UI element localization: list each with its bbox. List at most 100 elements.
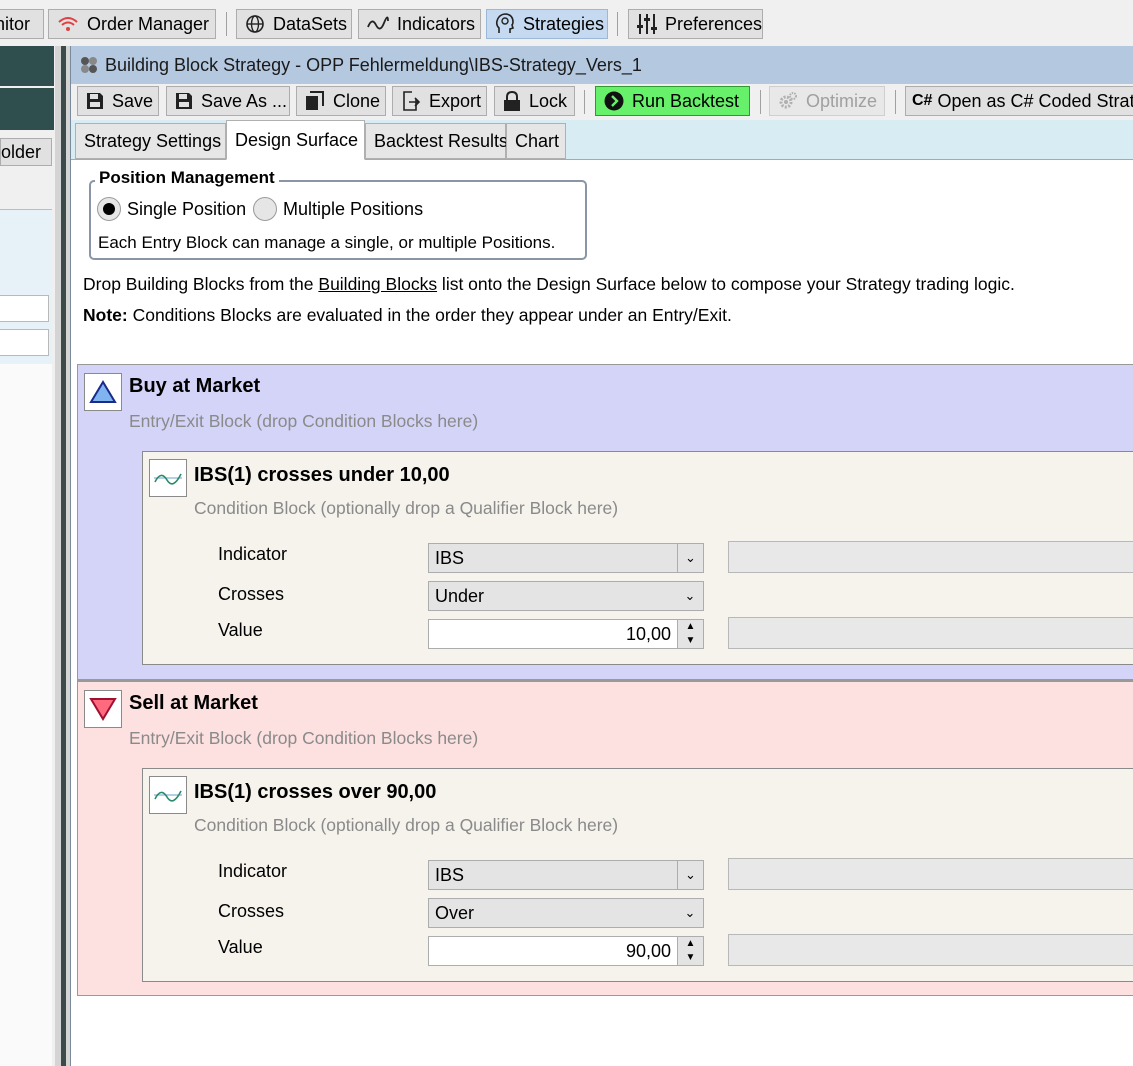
position-management-description: Each Entry Block can manage a single, or… <box>98 233 556 252</box>
optimize-label: Optimize <box>806 90 878 111</box>
crosses-combo[interactable]: Over ⌄ <box>428 898 704 928</box>
block-title: Sell at Market <box>129 692 258 714</box>
position-management-title: Position Management <box>95 168 279 188</box>
chevron-down-icon: ⌄ <box>677 861 703 889</box>
radio-circle <box>253 197 277 221</box>
strategy-window: Building Block Strategy - OPP Fehlermeld… <box>70 46 1133 1066</box>
indicator-combo[interactable]: IBS ⌄ <box>428 860 704 890</box>
left-panel-header-2 <box>0 88 54 130</box>
wave-icon <box>367 13 389 35</box>
indicator-label: Indicator <box>218 861 288 881</box>
single-position-label: Single Position <box>127 198 247 219</box>
multiple-positions-radio[interactable]: Multiple Positions <box>253 197 423 221</box>
lock-label: Lock <box>529 90 568 111</box>
toolbar-separator <box>760 90 761 114</box>
left-panel-input-2[interactable] <box>0 329 49 356</box>
tab-label: Backtest Results <box>374 130 509 151</box>
indicator-value: IBS <box>435 864 465 885</box>
datasets-button[interactable]: DataSets <box>236 9 352 39</box>
buy-entry-block[interactable]: Buy at Market Entry/Exit Block (drop Con… <box>77 364 1133 680</box>
note-text: Conditions Blocks are evaluated in the o… <box>127 305 732 325</box>
block-subtitle: Entry/Exit Block (drop Condition Blocks … <box>129 728 479 748</box>
brain-head-icon <box>495 13 515 35</box>
floppy-disk-icon <box>175 91 193 111</box>
save-label: Save <box>112 90 154 111</box>
indicator-combo[interactable]: IBS ⌄ <box>428 543 704 573</box>
stepper-arrows-icon[interactable]: ▲ ▼ <box>677 620 703 648</box>
value-label: Value <box>218 937 263 957</box>
export-label: Export <box>429 90 482 111</box>
indicator-wave-icon <box>149 776 187 814</box>
open-csharp-label: Open as C# Coded Strate <box>937 90 1133 111</box>
value-stepper[interactable]: 10,00 ▲ ▼ <box>428 619 704 649</box>
toolbar-separator <box>617 12 618 36</box>
sliders-icon <box>637 13 657 35</box>
folder-button[interactable]: older <box>0 138 52 166</box>
strategy-toolbar: Save Save As ... Clone Export Lock Run B… <box>71 84 1133 120</box>
open-csharp-button[interactable]: C# Open as C# Coded Strate <box>905 86 1133 116</box>
lock-button[interactable]: Lock <box>494 86 575 116</box>
value-stepper[interactable]: 90,00 ▲ ▼ <box>428 936 704 966</box>
condition-block[interactable]: IBS(1) crosses over 90,00 Condition Bloc… <box>142 768 1133 982</box>
stepper-arrows-icon[interactable]: ▲ ▼ <box>677 937 703 965</box>
tab-backtest-results[interactable]: Backtest Results <box>365 123 509 159</box>
left-panel-input[interactable] <box>0 295 49 322</box>
building-blocks-link[interactable]: Building Blocks <box>318 274 437 294</box>
window-title: Building Block Strategy - OPP Fehlermeld… <box>105 54 642 75</box>
toolbar-separator <box>584 90 585 114</box>
value-input[interactable]: 90,00 <box>626 941 671 962</box>
sell-exit-block[interactable]: Sell at Market Entry/Exit Block (drop Co… <box>77 680 1133 996</box>
tab-strip: Strategy Settings Design Surface Backtes… <box>71 120 1133 160</box>
crosses-combo[interactable]: Under ⌄ <box>428 581 704 611</box>
copy-icon <box>305 91 325 111</box>
export-button[interactable]: Export <box>392 86 487 116</box>
main-toolbar: nitor Order Manager DataSets Indicators … <box>0 0 1133 46</box>
strategies-button[interactable]: Strategies <box>486 9 608 39</box>
folder-button-label: older <box>1 142 42 162</box>
single-position-radio[interactable]: Single Position <box>97 197 246 221</box>
run-backtest-button[interactable]: Run Backtest <box>595 86 750 116</box>
tab-design-surface[interactable]: Design Surface <box>226 120 365 160</box>
indicator-params-field[interactable] <box>728 858 1133 890</box>
datasets-label: DataSets <box>273 13 348 34</box>
condition-title: IBS(1) crosses over 90,00 <box>194 781 437 803</box>
note-label: Note: <box>83 305 128 325</box>
indicators-button[interactable]: Indicators <box>358 9 481 39</box>
save-button[interactable]: Save <box>77 86 159 116</box>
radio-circle <box>97 197 121 221</box>
value-label: Value <box>218 620 263 640</box>
tab-label: Strategy Settings <box>84 130 222 151</box>
order-manager-label: Order Manager <box>87 13 210 34</box>
tab-label: Design Surface <box>235 129 359 150</box>
save-as-button[interactable]: Save As ... <box>166 86 290 116</box>
tab-chart[interactable]: Chart <box>506 123 566 159</box>
chevron-down-icon: ⌄ <box>684 588 696 603</box>
block-title: Buy at Market <box>129 375 261 397</box>
run-backtest-label: Run Backtest <box>632 90 740 111</box>
panel-splitter[interactable] <box>55 46 70 1066</box>
toolbar-separator <box>226 12 227 36</box>
chevron-down-icon: ⌄ <box>684 905 696 920</box>
gears-icon <box>778 91 798 111</box>
crosses-label: Crosses <box>218 584 285 604</box>
condition-subtitle: Condition Block (optionally drop a Quali… <box>194 498 619 518</box>
order-manager-button[interactable]: Order Manager <box>48 9 216 39</box>
preferences-label: Preferences <box>665 13 763 34</box>
clone-button[interactable]: Clone <box>296 86 386 116</box>
indicator-label: Indicator <box>218 544 288 564</box>
value-params-field[interactable] <box>728 934 1133 966</box>
tab-strategy-settings[interactable]: Strategy Settings <box>75 123 226 159</box>
preferences-button[interactable]: Preferences <box>628 9 763 39</box>
indicator-params-field[interactable] <box>728 541 1133 573</box>
optimize-button[interactable]: Optimize <box>769 86 885 116</box>
tab-label: Chart <box>515 130 560 151</box>
left-panel: older <box>0 46 55 1066</box>
csharp-icon: C# <box>912 92 933 109</box>
condition-block[interactable]: IBS(1) crosses under 10,00 Condition Blo… <box>142 451 1133 665</box>
triangle-up-icon <box>84 373 122 411</box>
value-input[interactable]: 10,00 <box>626 624 671 645</box>
monitor-button[interactable]: nitor <box>0 9 44 39</box>
crosses-label: Crosses <box>218 901 285 921</box>
note-line: Note: Conditions Blocks are evaluated in… <box>83 305 732 326</box>
value-params-field[interactable] <box>728 617 1133 649</box>
